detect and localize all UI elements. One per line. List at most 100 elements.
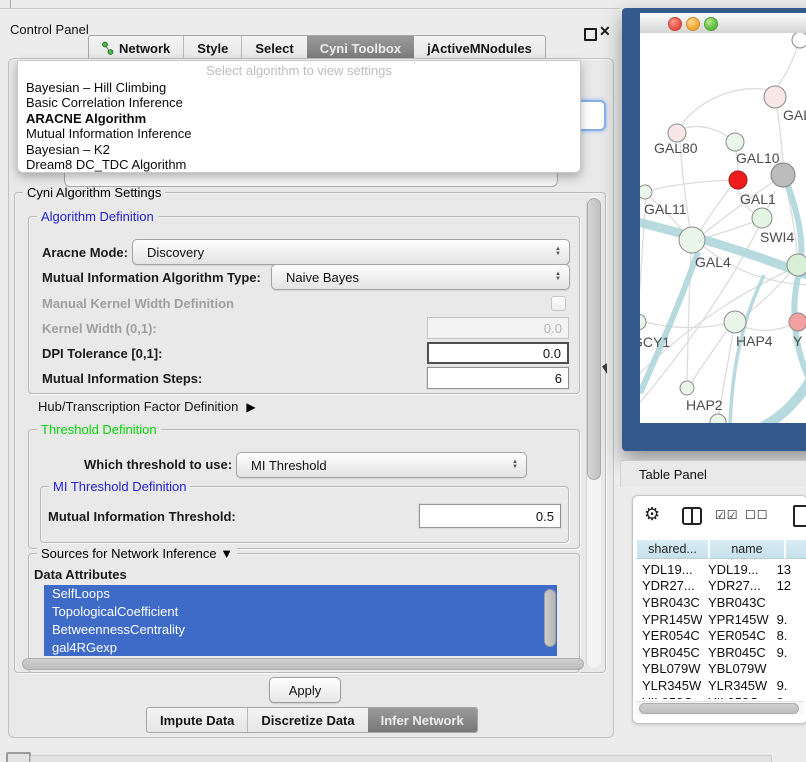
column-header[interactable] bbox=[785, 539, 806, 559]
table-cell: 9. bbox=[771, 612, 806, 627]
network-node-hap2[interactable] bbox=[680, 381, 694, 395]
network-node-gcy1[interactable] bbox=[640, 314, 646, 330]
attribute-item[interactable]: SelfLoops bbox=[44, 585, 557, 603]
network-node-gal11[interactable] bbox=[640, 185, 652, 199]
algorithm-option[interactable]: Dream8 DC_TDC Algorithm bbox=[26, 157, 572, 172]
network-node-gal4[interactable] bbox=[679, 227, 705, 253]
which-threshold-label: Which threshold to use: bbox=[84, 457, 232, 472]
tab-discretize-data[interactable]: Discretize Data bbox=[247, 708, 367, 732]
manual-kernel-checkbox[interactable] bbox=[551, 296, 566, 311]
network-edge bbox=[685, 126, 730, 138]
mi-steps-input[interactable]: 6 bbox=[427, 367, 569, 389]
network-node-gal7[interactable] bbox=[764, 86, 786, 108]
table-settings-gear-icon[interactable]: ⚙ bbox=[644, 504, 660, 525]
aracne-mode-label: Aracne Mode: bbox=[42, 245, 128, 260]
network-node[interactable] bbox=[710, 414, 726, 423]
table-row[interactable]: YBL079WYBL079W bbox=[636, 661, 806, 678]
mi-threshold-label: Mutual Information Threshold: bbox=[48, 509, 236, 524]
table-cell: YER054C bbox=[702, 628, 771, 643]
network-canvas[interactable]: GAL7GAL80GAL10GAL11GAL1GAL4SWI4GCY1HAP4Y… bbox=[640, 33, 806, 423]
table-hscrollbar-thumb[interactable] bbox=[639, 703, 799, 714]
dpi-tolerance-input[interactable]: 0.0 bbox=[427, 342, 569, 364]
threshold-definition-title: Threshold Definition bbox=[37, 422, 161, 437]
float-window-button[interactable] bbox=[584, 28, 597, 41]
manual-kernel-label: Manual Kernel Width Definition bbox=[42, 296, 234, 311]
tab-jactivemnodules[interactable]: jActiveMNodules bbox=[414, 36, 545, 60]
algorithm-option[interactable]: Bayesian – K2 bbox=[26, 142, 572, 157]
table-cell: YLR345W bbox=[702, 678, 771, 693]
table-cell: YBR043C bbox=[702, 595, 771, 610]
settings-scrollbar-thumb[interactable] bbox=[587, 198, 601, 480]
table-row[interactable]: YDL19...YDL19...13 bbox=[636, 561, 806, 578]
table-function-icon[interactable] bbox=[793, 505, 806, 527]
table-cell: YBL079W bbox=[702, 661, 771, 676]
table-row[interactable]: YDR27...YDR27...12 bbox=[636, 578, 806, 595]
expanded-arrow-icon[interactable]: ▼ bbox=[220, 546, 233, 561]
select-all-checkboxes-icon[interactable]: ☑☑ bbox=[715, 508, 739, 522]
network-edge bbox=[692, 329, 728, 382]
aracne-mode-combo[interactable]: Discovery ▲▼ bbox=[132, 239, 570, 265]
hub-definition-toggle[interactable]: Hub/Transcription Factor Definition ▶ bbox=[38, 399, 256, 414]
attribute-item[interactable]: TopologicalCoefficient bbox=[44, 603, 557, 621]
tab-network[interactable]: Network bbox=[89, 36, 183, 60]
deselect-all-checkboxes-icon[interactable]: ☐☐ bbox=[745, 508, 769, 522]
mac-zoom-button[interactable] bbox=[704, 17, 718, 31]
column-header[interactable]: shared... bbox=[636, 539, 709, 559]
network-window-titlebar[interactable] bbox=[640, 13, 806, 34]
aracne-mode-value: Discovery bbox=[147, 245, 204, 260]
table-row[interactable]: YBR045CYBR045C9. bbox=[636, 644, 806, 661]
network-node[interactable] bbox=[771, 163, 795, 187]
tab-style[interactable]: Style bbox=[183, 36, 241, 60]
table-row[interactable]: YIL052CYIL052C9 bbox=[636, 694, 806, 699]
network-node-gal1[interactable] bbox=[752, 208, 772, 228]
network-node[interactable] bbox=[729, 171, 747, 189]
network-node[interactable] bbox=[792, 33, 806, 48]
column-layout-icon[interactable] bbox=[682, 507, 702, 525]
table-row[interactable]: YLR345WYLR345W9. bbox=[636, 677, 806, 694]
algorithm-option[interactable]: Bayesian – Hill Climbing bbox=[26, 80, 572, 95]
table-body: YDL19...YDL19...13YDR27...YDR27...12YBR0… bbox=[636, 561, 806, 699]
algorithm-option[interactable]: ARACNE Algorithm bbox=[26, 111, 572, 126]
network-node-swi4[interactable] bbox=[787, 254, 806, 276]
status-bar-button[interactable] bbox=[6, 752, 31, 762]
attributes-scrollbar-thumb[interactable] bbox=[544, 589, 556, 647]
settings-hscrollbar[interactable] bbox=[22, 658, 584, 670]
kernel-width-input[interactable]: 0.0 bbox=[427, 317, 569, 339]
algorithm-option[interactable]: Mutual Information Inference bbox=[26, 126, 572, 141]
mac-close-button[interactable] bbox=[668, 17, 682, 31]
column-header[interactable]: name bbox=[709, 539, 785, 559]
tab-cyni-toolbox[interactable]: Cyni Toolbox bbox=[307, 36, 414, 60]
tab-impute-data[interactable]: Impute Data bbox=[147, 708, 247, 732]
tab-infer-network[interactable]: Infer Network bbox=[368, 708, 477, 732]
network-node-gal10[interactable] bbox=[726, 133, 744, 151]
algorithm-option[interactable]: Basic Correlation Inference bbox=[26, 95, 572, 110]
network-edge bbox=[652, 180, 729, 190]
network-graph: GAL7GAL80GAL10GAL11GAL1GAL4SWI4GCY1HAP4Y… bbox=[640, 33, 806, 423]
apply-button[interactable]: Apply bbox=[269, 677, 341, 703]
table-row[interactable]: YPR145WYPR145W9. bbox=[636, 611, 806, 628]
table-row[interactable]: YBR043CYBR043C bbox=[636, 594, 806, 611]
tab-select[interactable]: Select bbox=[241, 36, 306, 60]
attribute-item[interactable]: gal4RGexp bbox=[44, 639, 557, 656]
node-label: GAL4 bbox=[695, 254, 731, 270]
network-node-y[interactable] bbox=[789, 313, 806, 331]
tab-label: jActiveMNodules bbox=[427, 41, 532, 56]
network-node-hap4[interactable] bbox=[724, 311, 746, 333]
table-cell: YDR27... bbox=[636, 578, 702, 593]
node-label: Y bbox=[793, 333, 803, 349]
close-panel-button[interactable]: ✕ bbox=[599, 23, 611, 40]
network-edge-highlighted bbox=[730, 275, 764, 423]
mac-minimize-button[interactable] bbox=[686, 17, 700, 31]
table-cell: 9 bbox=[771, 695, 806, 699]
mi-threshold-input[interactable]: 0.5 bbox=[419, 504, 561, 528]
stepper-arrows-icon: ▲▼ bbox=[555, 247, 561, 257]
table-header-row: shared...name bbox=[636, 539, 806, 559]
divider-tick bbox=[10, 0, 11, 8]
which-threshold-combo[interactable]: MI Threshold ▲▼ bbox=[236, 452, 527, 478]
algorithm-dropdown-popup: Select algorithm to view settings Bayesi… bbox=[17, 60, 581, 173]
node-label: GAL7 bbox=[783, 107, 806, 123]
mi-type-combo[interactable]: Naive Bayes ▲▼ bbox=[271, 264, 570, 290]
algorithm-popup-placeholder: Select algorithm to view settings bbox=[18, 63, 580, 78]
table-row[interactable]: YER054CYER054C8. bbox=[636, 627, 806, 644]
attribute-item[interactable]: BetweennessCentrality bbox=[44, 621, 557, 639]
